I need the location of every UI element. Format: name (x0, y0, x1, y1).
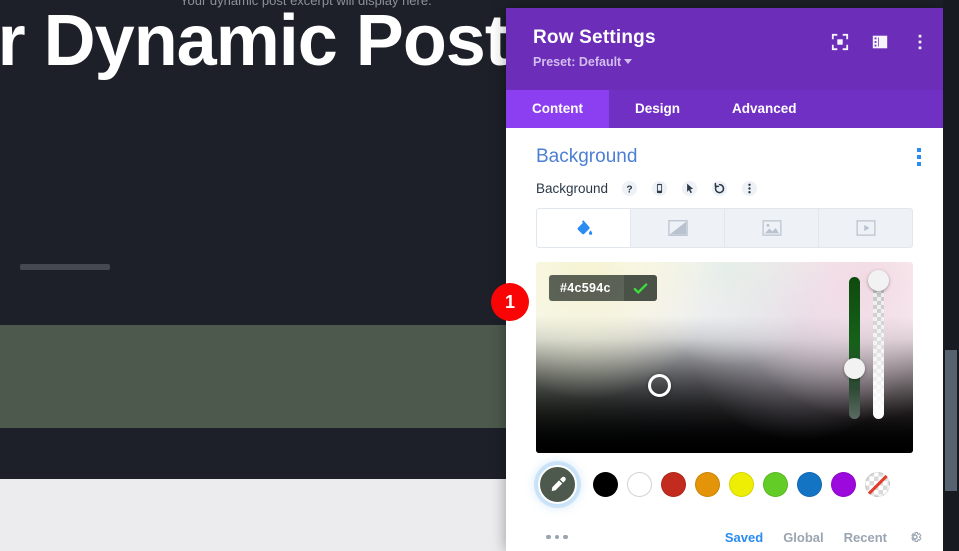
swatch-yellow[interactable] (729, 472, 754, 497)
video-icon (855, 220, 876, 236)
swatch-black[interactable] (593, 472, 618, 497)
section-title-background[interactable]: Background (536, 146, 637, 168)
palette-tabs: Saved Global Recent (725, 529, 923, 545)
image-icon (761, 220, 782, 236)
background-color-tab[interactable] (537, 209, 631, 247)
responsive-mobile-icon[interactable] (651, 180, 668, 197)
hex-input-group: #4c594c (549, 275, 657, 301)
panel-tabs: Content Design Advanced (506, 90, 943, 128)
ellipsis-icon[interactable] (546, 534, 568, 540)
background-field-label: Background (536, 181, 609, 196)
post-title-text: Your Dynamic Post Title Will Display Her… (0, 1, 510, 81)
tab-design[interactable]: Design (609, 90, 706, 128)
swatch-green[interactable] (763, 472, 788, 497)
hue-slider-handle[interactable] (844, 358, 865, 379)
saturation-handle[interactable] (648, 374, 671, 397)
swatch-white[interactable] (627, 472, 652, 497)
gear-icon[interactable] (907, 529, 923, 545)
hero-section: Your dynamic post excerpt will display h… (0, 0, 510, 289)
help-icon[interactable]: ? (621, 180, 638, 197)
focus-icon[interactable] (831, 33, 849, 51)
background-gradient-tab[interactable] (631, 209, 725, 247)
swatch-purple[interactable] (831, 472, 856, 497)
background-field-row: Background ? (506, 168, 943, 197)
opacity-slider[interactable] (873, 277, 884, 419)
title-underline (20, 264, 110, 270)
svg-text:?: ? (626, 184, 632, 195)
palette-footer: Saved Global Recent (506, 529, 943, 551)
app-root: Your dynamic post excerpt will display h… (0, 0, 959, 551)
reset-undo-icon[interactable] (711, 180, 728, 197)
gradient-icon (667, 220, 688, 236)
more-options-icon[interactable] (741, 180, 758, 197)
vertical-scrollbar-thumb[interactable] (945, 350, 957, 491)
checkmark-icon (633, 282, 648, 294)
tab-advanced[interactable]: Advanced (706, 90, 823, 128)
step-badge-1: 1 (491, 283, 529, 321)
layout-icon[interactable] (871, 33, 889, 51)
row-green-background[interactable]: + (0, 325, 510, 428)
background-section-header: Background (506, 128, 943, 168)
chevron-down-icon (624, 59, 633, 64)
hex-confirm-button[interactable] (622, 275, 657, 301)
eyedropper-button[interactable] (538, 465, 577, 504)
hex-color-input[interactable]: #4c594c (549, 275, 623, 301)
eyedropper-icon (551, 476, 566, 491)
preset-selector[interactable]: Preset: Default (533, 55, 943, 69)
background-video-tab[interactable] (819, 209, 912, 247)
swatch-orange[interactable] (695, 472, 720, 497)
color-swatch-row (506, 453, 943, 504)
section-more-icon[interactable] (917, 148, 921, 166)
palette-tab-global[interactable]: Global (783, 530, 823, 545)
light-section-strip (0, 479, 510, 551)
background-type-tabs (536, 208, 913, 248)
preset-label: Preset: Default (533, 55, 622, 69)
panel-header: Row Settings Preset: Default (506, 8, 943, 90)
more-vertical-icon[interactable] (911, 33, 929, 51)
dark-section-strip (0, 428, 510, 479)
panel-body: Background Background ? #4c594c Saved Gl… (506, 128, 943, 551)
tab-content[interactable]: Content (506, 90, 609, 128)
paint-bucket-icon (577, 220, 592, 235)
background-image-tab[interactable] (725, 209, 819, 247)
color-picker-saturation-field[interactable]: #4c594c (536, 262, 913, 453)
swatch-red[interactable] (661, 472, 686, 497)
panel-header-icons (831, 33, 929, 51)
palette-tab-saved[interactable]: Saved (725, 530, 763, 545)
swatch-blue[interactable] (797, 472, 822, 497)
row-settings-panel: Row Settings Preset: Default Content Des… (506, 8, 943, 551)
hue-slider[interactable] (849, 277, 860, 419)
palette-tab-recent[interactable]: Recent (844, 530, 887, 545)
hover-cursor-icon[interactable] (681, 180, 698, 197)
opacity-slider-handle[interactable] (868, 270, 889, 291)
swatch-none[interactable] (865, 472, 890, 497)
